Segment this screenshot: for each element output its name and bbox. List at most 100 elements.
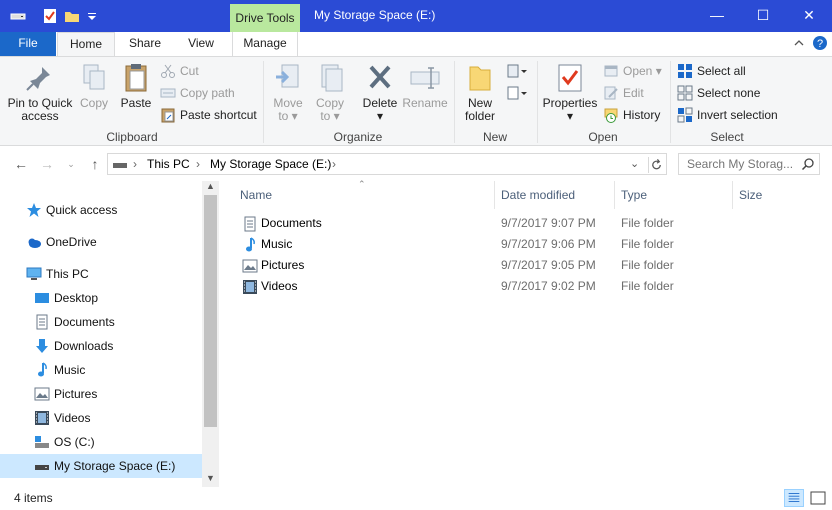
pin-to-quick-access-button[interactable]: Pin to Quick access <box>4 63 76 123</box>
copy-button[interactable]: Copy <box>76 63 112 110</box>
column-header-type[interactable]: Type <box>615 181 733 209</box>
drive-icon <box>35 465 49 470</box>
maximize-button[interactable]: ☐ <box>740 0 786 30</box>
new-folder-qat-icon[interactable] <box>64 8 80 24</box>
drive-tools-context-tab: Drive Tools <box>230 4 300 32</box>
recent-locations-dropdown[interactable]: ⌄ <box>62 155 80 173</box>
back-button[interactable]: ← <box>12 155 30 173</box>
drive-icon <box>10 13 26 20</box>
drive-icon <box>113 163 127 168</box>
nav-downloads-label: Downloads <box>54 339 114 353</box>
table-row[interactable]: Documents 9/7/2017 9:07 PM File folder <box>222 213 832 234</box>
music-folder-icon <box>246 237 255 252</box>
nav-onedrive-label: OneDrive <box>46 235 97 249</box>
file-type: File folder <box>621 258 674 272</box>
copy-icon <box>83 64 105 90</box>
column-header-size[interactable]: Size <box>733 181 823 209</box>
close-button[interactable]: ✕ <box>786 0 832 30</box>
scroll-down-icon[interactable]: ▼ <box>206 473 215 483</box>
file-list: ⌃ Name Date modified Type Size Documents… <box>222 179 832 487</box>
paste-shortcut-button[interactable]: Paste shortcut <box>160 105 257 125</box>
rename-button[interactable]: Rename <box>402 63 448 110</box>
up-button[interactable]: ↑ <box>86 155 104 173</box>
file-date: 9/7/2017 9:05 PM <box>501 258 596 272</box>
scroll-up-icon[interactable]: ▲ <box>206 181 215 191</box>
column-header-date-modified[interactable]: Date modified <box>495 181 615 209</box>
help-icon[interactable]: ? <box>812 35 828 51</box>
breadcrumb-this-pc[interactable]: This PC <box>147 157 190 171</box>
breadcrumb-separator: › <box>196 157 200 171</box>
cut-button[interactable]: Cut <box>160 61 199 81</box>
star-icon <box>27 203 41 217</box>
edit-button[interactable]: Edit <box>603 83 644 103</box>
delete-label: Delete <box>362 96 398 110</box>
select-group-label: Select <box>710 130 744 144</box>
new-item-icon[interactable] <box>506 63 528 79</box>
invert-selection-button[interactable]: Invert selection <box>677 105 778 125</box>
breadcrumb-storage[interactable]: My Storage Space (E:) <box>210 157 331 171</box>
search-icon[interactable] <box>801 157 815 171</box>
search-box[interactable] <box>678 153 820 175</box>
collapse-ribbon-icon[interactable] <box>793 37 805 49</box>
large-icons-view-icon[interactable] <box>808 489 828 507</box>
refresh-icon[interactable] <box>648 157 664 173</box>
tab-file[interactable]: File <box>0 32 56 56</box>
properties-qat-icon[interactable] <box>42 8 58 24</box>
window-title: My Storage Space (E:) <box>314 8 436 22</box>
edit-icon <box>604 86 618 100</box>
paste-button[interactable]: Paste <box>116 63 156 110</box>
easy-access-icon[interactable] <box>506 85 528 101</box>
tab-home[interactable]: Home <box>57 32 115 57</box>
history-label: History <box>623 108 661 122</box>
table-row[interactable]: Pictures 9/7/2017 9:05 PM File folder <box>222 255 832 276</box>
music-note-icon <box>38 362 47 377</box>
address-toolbar: ← → ⌄ ↑ › This PC › My Storage Space (E:… <box>0 147 832 181</box>
tab-view[interactable]: View <box>174 32 228 56</box>
status-bar: 4 items <box>0 487 832 510</box>
ribbon-separator <box>263 61 264 143</box>
tab-manage[interactable]: Manage <box>232 32 298 56</box>
address-dropdown-button[interactable]: ⌄ <box>630 157 639 170</box>
system-drive-icon <box>35 436 49 448</box>
history-button[interactable]: History <box>603 105 660 125</box>
file-type: File folder <box>621 216 674 230</box>
search-input[interactable] <box>687 157 797 171</box>
nav-pictures-label: Pictures <box>54 387 98 401</box>
copy-to-button[interactable]: Copy to ▾ <box>312 63 348 123</box>
nav-scrollbar[interactable]: ▲ ▼ <box>202 181 219 487</box>
move-to-button[interactable]: Move to ▾ <box>270 63 306 123</box>
details-view-icon[interactable] <box>784 489 804 507</box>
table-row[interactable]: Music 9/7/2017 9:06 PM File folder <box>222 234 832 255</box>
ribbon-separator <box>670 61 671 143</box>
pin-icon <box>26 67 50 91</box>
pictures-icon <box>34 387 50 401</box>
address-bar[interactable]: › This PC › My Storage Space (E:) › ⌄ <box>107 153 667 175</box>
qat-dropdown-icon[interactable] <box>84 8 100 24</box>
tab-share[interactable]: Share <box>118 32 172 56</box>
copy-to-icon <box>321 64 343 92</box>
delete-button[interactable]: Delete ▾ <box>360 63 400 123</box>
documents-icon <box>36 314 48 330</box>
copy-path-icon <box>160 88 176 98</box>
forward-button[interactable]: → <box>38 155 56 173</box>
properties-button[interactable]: Properties ▾ <box>542 63 598 123</box>
nav-videos-label: Videos <box>54 411 91 425</box>
desktop-icon <box>35 293 49 303</box>
copy-path-button[interactable]: Copy path <box>160 83 235 103</box>
select-none-label: Select none <box>697 86 761 100</box>
properties-icon <box>558 64 582 92</box>
select-none-icon <box>677 85 693 101</box>
scroll-thumb[interactable] <box>204 195 217 427</box>
select-none-button[interactable]: Select none <box>677 83 760 103</box>
minimize-button[interactable]: — <box>694 0 740 30</box>
copy-label: Copy <box>79 96 108 110</box>
table-row[interactable]: Videos 9/7/2017 9:02 PM File folder <box>222 276 832 297</box>
file-date: 9/7/2017 9:02 PM <box>501 279 596 293</box>
open-button[interactable]: Open ▾ <box>603 61 662 81</box>
column-header-name[interactable]: Name <box>234 181 495 209</box>
file-name: Documents <box>261 216 322 230</box>
select-all-button[interactable]: Select all <box>677 61 746 81</box>
copy-path-label: Copy path <box>180 86 235 100</box>
clipboard-group-label: Clipboard <box>106 130 158 144</box>
new-folder-button[interactable]: New folder <box>458 63 502 123</box>
